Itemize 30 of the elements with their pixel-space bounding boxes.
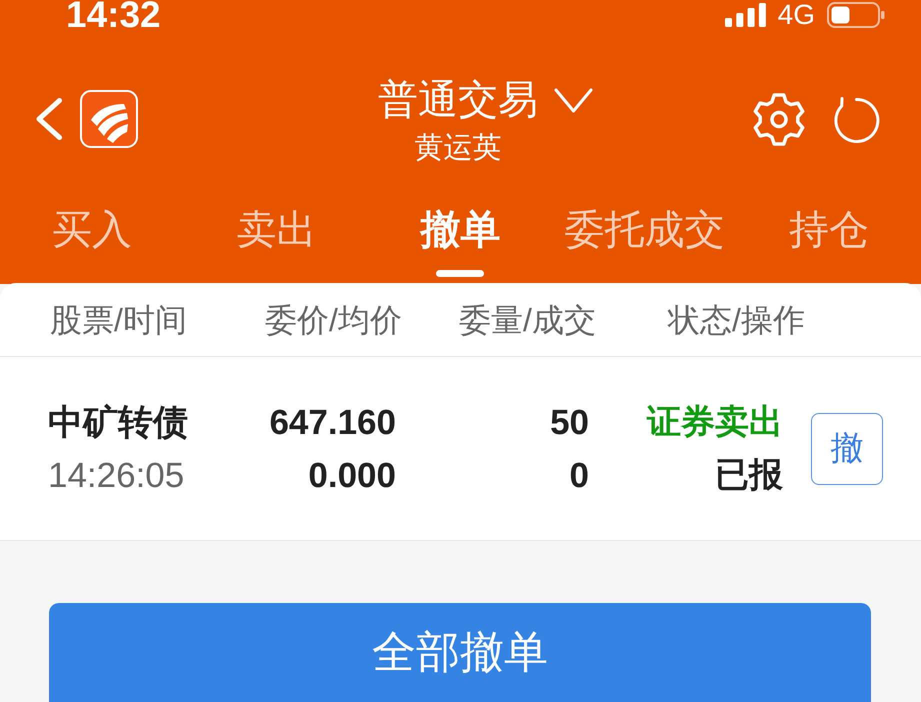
column-header: 委量/成交	[459, 300, 597, 340]
order-price: 647.160	[269, 402, 396, 444]
order-quantity: 50	[550, 402, 589, 444]
tab[interactable]: 撤单	[420, 205, 500, 255]
battery-icon	[827, 2, 885, 28]
tab[interactable]: 委托成交	[564, 205, 725, 255]
order-status: 已报	[715, 454, 783, 496]
back-icon[interactable]	[36, 98, 62, 140]
tab[interactable]: 卖出	[236, 205, 316, 255]
network-label: 4G	[778, 1, 815, 29]
title-dropdown[interactable]: 普通交易	[378, 78, 593, 122]
account-name: 黄运英	[414, 131, 502, 166]
settings-icon[interactable]	[752, 92, 806, 146]
column-header: 委价/均价	[265, 300, 403, 340]
column-header: 状态/操作	[668, 300, 806, 340]
cancel-button[interactable]: 撤	[811, 412, 883, 484]
tab[interactable]: 买入	[52, 205, 132, 255]
column-header: 股票/时间	[50, 300, 188, 340]
chevron-down-icon	[554, 88, 593, 112]
order-time: 14:26:05	[48, 454, 184, 496]
refresh-icon[interactable]	[833, 95, 880, 143]
filled-quantity: 0	[570, 454, 589, 496]
cancel-all-button[interactable]: 全部撤单	[49, 603, 871, 702]
tab[interactable]: 持仓	[788, 205, 869, 255]
stock-name: 中矿转债	[48, 402, 188, 444]
app-logo-icon	[80, 90, 138, 148]
order-side: 证券卖出	[647, 402, 783, 442]
average-price: 0.000	[308, 454, 396, 496]
signal-icon	[724, 3, 766, 27]
status-time: 14:32	[66, 0, 161, 30]
